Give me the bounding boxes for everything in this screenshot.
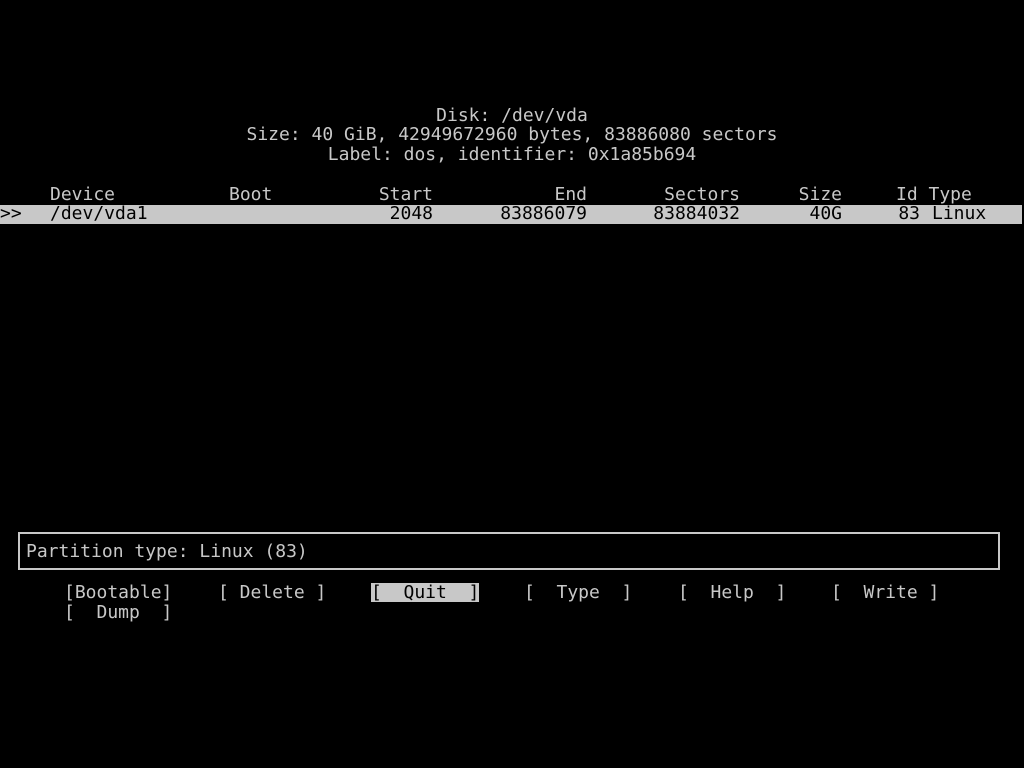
column-header-sectors: Sectors	[664, 184, 740, 205]
disk-size-info: Size: 40 GiB, 42949672960 bytes, 8388608…	[246, 124, 778, 145]
delete-button[interactable]: [ Delete ]	[218, 583, 326, 602]
cell-sectors: 83884032	[653, 203, 740, 224]
column-header-size: Size	[798, 184, 842, 205]
quit-button[interactable]: [ Quit ]	[371, 583, 480, 602]
bootable-button[interactable]: [Bootable]	[64, 583, 172, 602]
cell-size: 40G	[809, 203, 842, 224]
cell-type: Linux	[932, 203, 987, 224]
row-selection-marker: >>	[0, 203, 22, 224]
column-header-device: Device	[50, 184, 116, 205]
dump-button[interactable]: [ Dump ]	[64, 603, 172, 622]
table-header: Device Boot Start End Sectors Size Id Ty…	[0, 185, 1024, 205]
cell-end: 83886079	[500, 203, 587, 224]
column-header-id-type: Id Type	[896, 184, 972, 205]
write-button[interactable]: [ Write ]	[831, 583, 939, 602]
column-header-start: Start	[378, 184, 433, 205]
disk-label-info: Label: dos, identifier: 0x1a85b694	[327, 144, 697, 165]
column-header-end: End	[554, 184, 587, 205]
cell-device: /dev/vda1	[50, 203, 148, 224]
column-header-boot: Boot	[229, 184, 273, 205]
type-button[interactable]: [ Type ]	[524, 583, 632, 602]
help-button[interactable]: [ Help ]	[678, 583, 786, 602]
cell-id: 83	[898, 203, 920, 224]
table-row-selected[interactable]: >> /dev/vda1 2048 83886079 83884032 40G …	[0, 203, 1022, 224]
disk-title: Disk: /dev/vda	[436, 105, 588, 126]
status-text: Partition type: Linux (83)	[26, 541, 308, 562]
status-panel: Partition type: Linux (83)	[18, 532, 1000, 570]
cell-start: 2048	[389, 203, 433, 224]
